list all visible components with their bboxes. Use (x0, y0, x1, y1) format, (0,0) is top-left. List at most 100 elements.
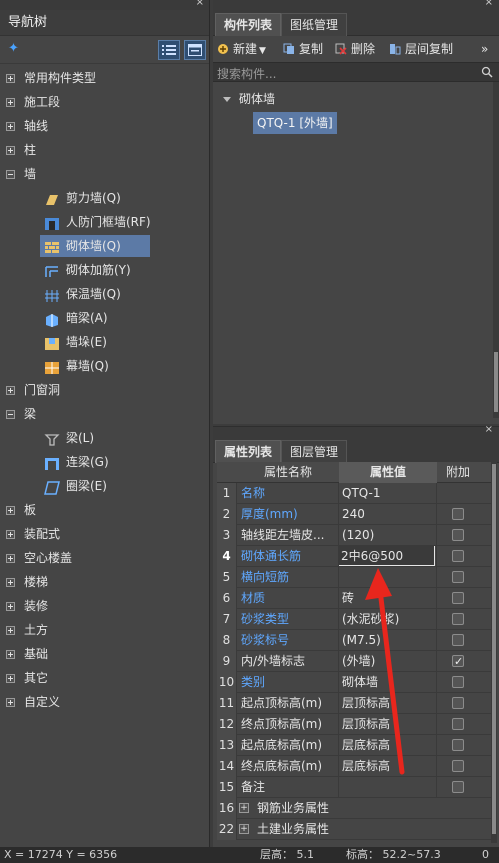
nav-category-item[interactable]: 基础 (0, 642, 209, 666)
property-value[interactable]: (外墙) (339, 651, 437, 672)
property-value[interactable]: 层顶标高 (339, 714, 437, 735)
expand-icon[interactable] (6, 146, 15, 155)
property-row[interactable]: 11 起点顶标高(m) 层顶标高 (217, 693, 491, 714)
property-row[interactable]: 3 轴线距左墙皮... (120) (217, 525, 491, 546)
collapse-icon[interactable] (6, 410, 15, 419)
extra-checkbox[interactable] (452, 781, 464, 793)
property-row[interactable]: 10 类别 砌体墙 (217, 672, 491, 693)
property-row[interactable]: 6 材质砖 (217, 588, 491, 609)
nav-child-item[interactable]: 暗梁(A) (0, 306, 209, 330)
expand-icon[interactable] (6, 626, 15, 635)
property-row[interactable]: 2 厚度(mm) 240 (217, 504, 491, 525)
expand-icon[interactable] (6, 386, 15, 395)
nav-child-item[interactable]: 墙垛(E) (0, 330, 209, 354)
property-row[interactable]: 7 砂浆类型 (水泥砂浆) (217, 609, 491, 630)
property-row[interactable]: 5 横向短筋 (217, 567, 491, 588)
property-row[interactable]: 12 终点顶标高(m) 层顶标高 (217, 714, 491, 735)
nav-category-item[interactable]: 柱 (0, 138, 209, 162)
property-row[interactable]: 16 + 钢筋业务属性 (217, 798, 491, 819)
delete-button[interactable]: 删除 (335, 40, 375, 58)
expand-icon[interactable] (6, 74, 15, 83)
nav-category-item[interactable]: 装配式 (0, 522, 209, 546)
property-row[interactable]: 14 终点底标高(m) 层底标高 (217, 756, 491, 777)
nav-child-item[interactable]: 梁(L) (0, 426, 209, 450)
expand-icon[interactable] (6, 122, 15, 131)
property-row[interactable]: 8 砂浆标号 (M7.5) (217, 630, 491, 651)
nav-category-item[interactable]: 自定义 (0, 690, 209, 714)
nav-child-item[interactable]: 保温墙(Q) (0, 282, 209, 306)
nav-child-item[interactable]: 圈梁(E) (0, 474, 209, 498)
extra-checkbox[interactable] (452, 550, 464, 562)
property-row[interactable]: 15 备注 (217, 777, 491, 798)
extra-checkbox[interactable] (452, 571, 464, 583)
nav-child-item[interactable]: 幕墙(Q) (0, 354, 209, 378)
extra-checkbox[interactable] (452, 651, 464, 672)
list-view-button[interactable] (158, 40, 180, 60)
copy-button[interactable]: 复制 (283, 40, 323, 58)
tab-property-list[interactable]: 属性列表 (215, 440, 282, 463)
expand-icon[interactable] (6, 506, 15, 515)
extra-checkbox[interactable] (452, 508, 464, 520)
more-tools-button[interactable]: » (481, 40, 488, 58)
component-search[interactable]: 搜索构件... (213, 62, 499, 82)
property-value[interactable]: QTQ-1 (339, 483, 437, 504)
search-input[interactable]: 搜索构件... (217, 65, 276, 82)
floor-copy-button[interactable]: 层间复制 (389, 40, 453, 58)
props-scroll-thumb[interactable] (492, 464, 496, 834)
nav-child-item[interactable]: 砌体加筋(Y) (0, 258, 209, 282)
layout-view-button[interactable] (184, 40, 206, 60)
tab-layer-management[interactable]: 图层管理 (281, 440, 348, 463)
comp-close-icon[interactable]: × (485, 0, 493, 8)
group-masonry-wall[interactable]: 砌体墙 (223, 90, 275, 107)
expand-icon[interactable] (6, 98, 15, 107)
extra-checkbox[interactable] (452, 739, 464, 751)
extra-checkbox[interactable] (452, 676, 464, 688)
property-value[interactable]: (水泥砂浆) (339, 609, 437, 630)
collapse-icon[interactable] (6, 170, 15, 179)
sparkle-icon[interactable]: ✦ (8, 42, 22, 56)
extra-checkbox[interactable] (452, 697, 464, 709)
expand-icon[interactable] (6, 602, 15, 611)
property-value-cell[interactable]: 2中6@500 (339, 546, 437, 567)
nav-category-item[interactable]: 轴线 (0, 114, 209, 138)
nav-category-item[interactable]: 施工段 (0, 90, 209, 114)
nav-category-item[interactable]: 其它 (0, 666, 209, 690)
tab-drawing-management[interactable]: 图纸管理 (281, 13, 348, 36)
expand-icon[interactable] (6, 578, 15, 587)
property-value[interactable]: 砌体墙 (339, 672, 437, 693)
extra-checkbox[interactable] (452, 592, 464, 604)
property-row[interactable]: 9 内/外墙标志 (外墙) (217, 651, 491, 672)
new-button[interactable]: 新建 ▼ (217, 40, 266, 58)
property-group-name[interactable]: + 土建业务属性 (237, 819, 437, 840)
property-value[interactable]: 层顶标高 (339, 693, 437, 714)
expand-icon[interactable]: + (239, 803, 249, 813)
extra-checkbox[interactable] (452, 760, 464, 772)
nav-category-item[interactable]: 板 (0, 498, 209, 522)
property-value[interactable]: (120) (339, 525, 437, 546)
extra-checkbox[interactable] (452, 718, 464, 730)
nav-category-item[interactable]: 空心楼盖 (0, 546, 209, 570)
nav-category-item[interactable]: 土方 (0, 618, 209, 642)
extra-checkbox[interactable] (452, 634, 464, 646)
tab-component-list[interactable]: 构件列表 (215, 13, 282, 36)
expand-icon[interactable] (6, 554, 15, 563)
property-value[interactable]: 层底标高 (339, 756, 437, 777)
property-value-input[interactable]: 2中6@500 (339, 546, 435, 566)
property-value[interactable] (339, 567, 437, 588)
component-item-qtq1[interactable]: QTQ-1 [外墙] (253, 112, 337, 134)
props-close-icon[interactable]: × (485, 424, 493, 435)
nav-child-item[interactable]: 砌体墙(Q) (0, 234, 209, 258)
extra-checkbox[interactable] (452, 613, 464, 625)
comp-scrollbar[interactable] (493, 82, 499, 418)
property-value[interactable]: 层底标高 (339, 735, 437, 756)
nav-category-item[interactable]: 门窗洞 (0, 378, 209, 402)
props-scrollbar[interactable] (491, 462, 497, 843)
property-row[interactable]: 13 起点底标高(m) 层底标高 (217, 735, 491, 756)
property-row[interactable]: 4 砌体通长筋 2中6@500 (217, 546, 491, 567)
expand-icon[interactable] (6, 674, 15, 683)
extra-checkbox[interactable] (452, 529, 464, 541)
nav-child-item[interactable]: 剪力墙(Q) (0, 186, 209, 210)
property-value[interactable]: 240 (339, 504, 437, 525)
nav-category-item[interactable]: 楼梯 (0, 570, 209, 594)
nav-category-item[interactable]: 装修 (0, 594, 209, 618)
